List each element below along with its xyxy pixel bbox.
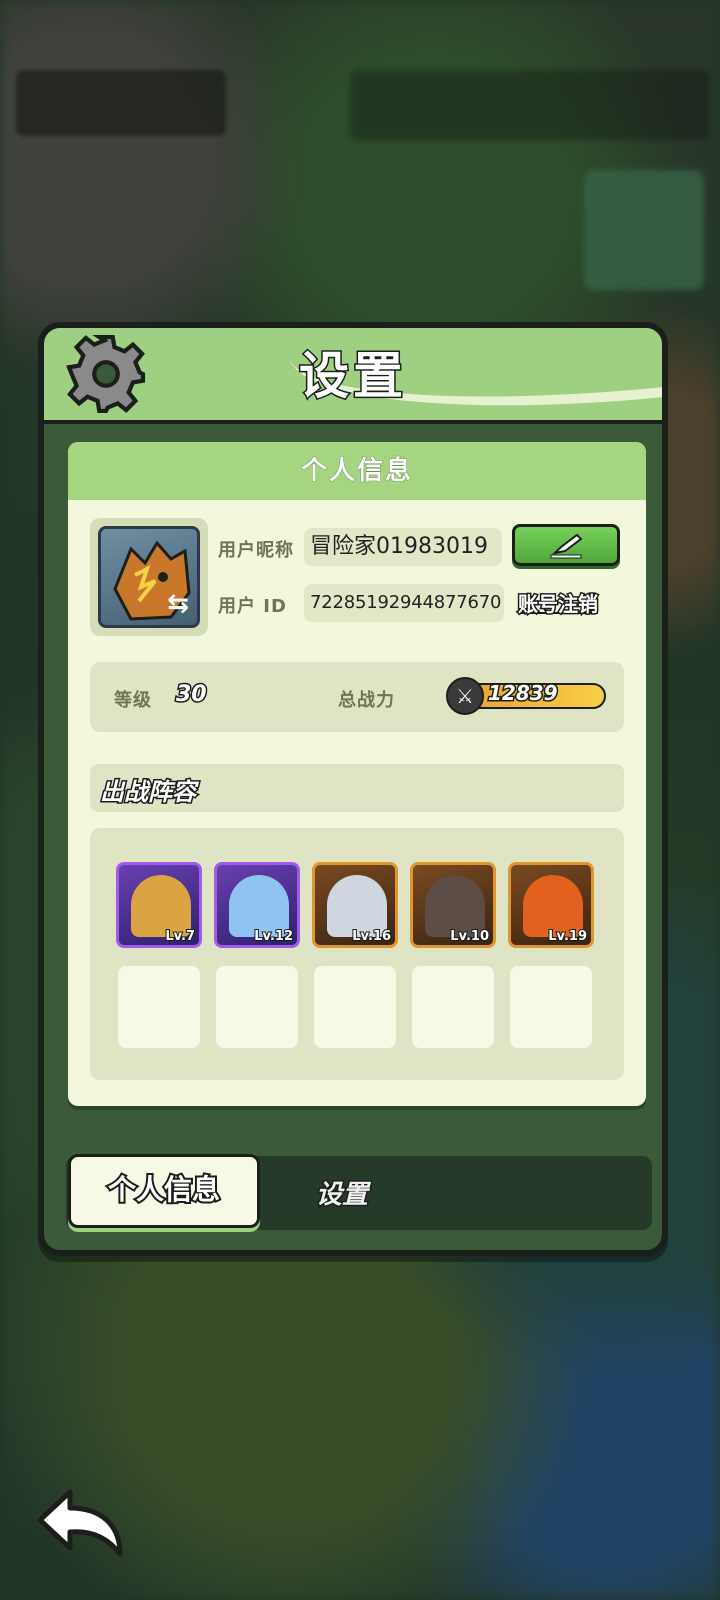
level-value: 30	[175, 681, 209, 709]
pencil-icon	[550, 533, 583, 559]
profile-card-header: 个人信息	[68, 442, 646, 500]
power-badge: ⚔ 12839	[446, 677, 606, 715]
back-arrow-icon[interactable]	[36, 1486, 128, 1560]
hero-portrait	[229, 875, 289, 937]
panel-title: 设置	[298, 346, 407, 407]
power-value: 12839	[487, 680, 560, 707]
empty-slot[interactable]	[510, 966, 592, 1048]
settings-panel: 设置 个人信息 ⇆ 用户昵称 冒险家01983019 用户 ID 7228519…	[38, 322, 668, 1256]
crossed-swords-icon: ⚔	[446, 677, 484, 715]
hero-slot-3[interactable]: Lv.16	[312, 862, 398, 948]
empty-slot[interactable]	[118, 966, 200, 1048]
level-label: 等级	[114, 690, 152, 711]
lineup-title: 出战阵容	[99, 777, 198, 808]
lineup-grid: Lv.7 Lv.12 Lv.16 Lv.10 Lv.19	[90, 828, 624, 1080]
nickname-field: 冒险家01983019	[304, 528, 502, 566]
account-cancel-link[interactable]: 账号注销	[517, 588, 600, 618]
hero-level: Lv.10	[449, 928, 490, 945]
hero-level: Lv.12	[253, 928, 294, 945]
hero-slot-4[interactable]: Lv.10	[410, 862, 496, 948]
user-id-label: 用户 ID	[218, 596, 287, 617]
empty-slot[interactable]	[412, 966, 494, 1048]
hero-level: Lv.7	[164, 928, 196, 945]
user-id-field: 72285192944877670	[304, 584, 504, 622]
avatar-frame[interactable]: ⇆	[90, 518, 208, 636]
stats-bar: 等级 30 总战力 ⚔ 12839	[90, 662, 624, 732]
avatar[interactable]: ⇆	[98, 526, 200, 628]
nickname-label: 用户昵称	[218, 540, 294, 561]
hero-level: Lv.16	[351, 928, 392, 945]
empty-slot[interactable]	[216, 966, 298, 1048]
tab-settings[interactable]: 设置	[314, 1174, 369, 1212]
edit-nickname-button[interactable]	[512, 524, 620, 566]
hero-slot-5[interactable]: Lv.19	[508, 862, 594, 948]
profile-card: 个人信息 ⇆ 用户昵称 冒险家01983019 用户 ID 7228519294…	[68, 442, 646, 1106]
power-label: 总战力	[338, 690, 395, 711]
empty-slot[interactable]	[314, 966, 396, 1048]
hero-slot-2[interactable]: Lv.12	[214, 862, 300, 948]
hero-portrait	[131, 875, 191, 937]
swap-icon[interactable]: ⇆	[163, 589, 193, 619]
hero-level: Lv.19	[547, 928, 588, 945]
tab-profile[interactable]: 个人信息	[68, 1154, 260, 1228]
hero-portrait	[523, 875, 583, 937]
lineup-header: 出战阵容	[90, 764, 624, 812]
hero-slot-1[interactable]: Lv.7	[116, 862, 202, 948]
hero-portrait	[327, 875, 387, 937]
hero-portrait	[425, 875, 485, 937]
